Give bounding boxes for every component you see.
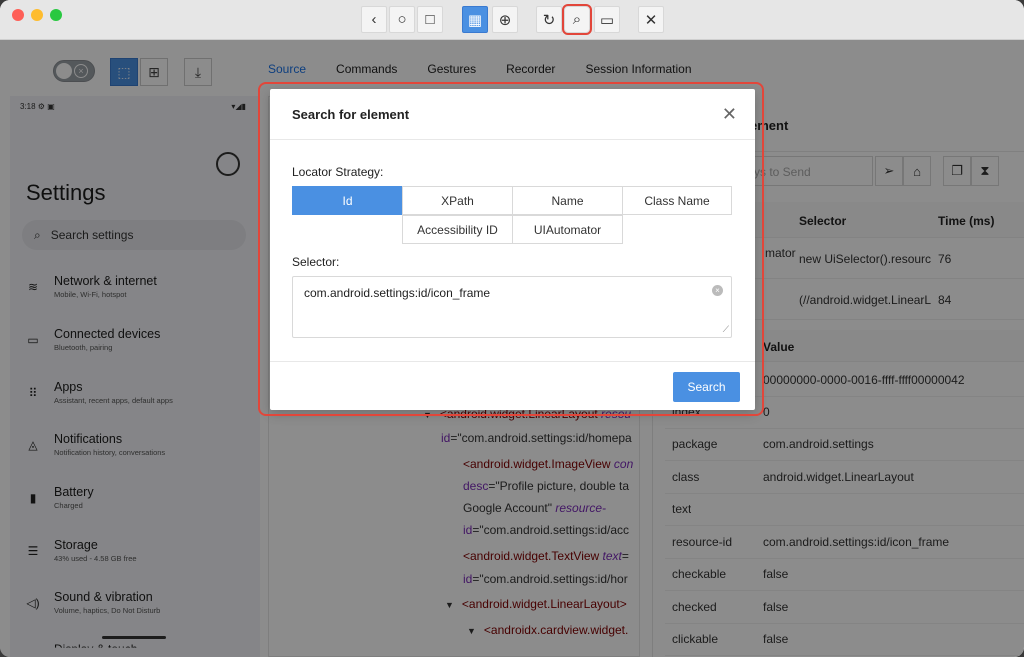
locator-strategy-label: Locator Strategy: <box>292 165 384 179</box>
title-bar: ‹ ○ □ ▦ ⊕ ↻ ⌕ ▭ ✕ <box>0 0 1024 40</box>
circle-icon: ○ <box>397 11 407 28</box>
quit-session-button[interactable]: ✕ <box>638 6 664 33</box>
globe-icon: ⊕ <box>498 11 512 29</box>
strategy-class-name[interactable]: Class Name <box>622 186 732 215</box>
back-icon: ‹ <box>371 11 377 28</box>
dialog-title: Search for element <box>292 107 410 122</box>
minimize-window-button[interactable] <box>31 9 43 21</box>
web-mode-button[interactable]: ⊕ <box>492 6 518 33</box>
app-switch-button[interactable]: □ <box>417 6 443 33</box>
search-element-button[interactable]: ⌕ <box>562 4 592 35</box>
resize-handle-icon[interactable]: ⟋ <box>723 324 729 335</box>
refresh-icon: ↻ <box>542 11 556 29</box>
clear-icon[interactable]: × <box>712 285 723 296</box>
selector-label: Selector: <box>292 255 340 269</box>
close-icon: ✕ <box>644 11 658 29</box>
selector-textarea[interactable]: com.android.settings:id/icon_frame × ⟋ <box>292 276 732 338</box>
search-icon: ⌕ <box>572 11 582 28</box>
search-element-dialog: Search for element ✕ Locator Strategy: I… <box>270 89 755 410</box>
strategy-accessibility-id[interactable]: Accessibility ID <box>402 215 513 244</box>
search-button[interactable]: Search <box>673 372 740 402</box>
square-icon: □ <box>425 11 435 28</box>
app-window: ‹ ○ □ ▦ ⊕ ↻ ⌕ ▭ ✕ × ⬚ ⊞ ⤓ Source Command… <box>0 0 1024 657</box>
strategy-uiautomator[interactable]: UIAutomator <box>512 215 623 244</box>
strategy-name[interactable]: Name <box>512 186 623 215</box>
grid-icon: ▦ <box>467 11 483 29</box>
close-icon[interactable]: ✕ <box>722 104 737 125</box>
home-button[interactable]: ○ <box>389 6 415 33</box>
dialog-header: Search for element ✕ <box>270 89 755 140</box>
close-window-button[interactable] <box>12 9 24 21</box>
video-icon: ▭ <box>599 11 615 29</box>
strategy-xpath[interactable]: XPath <box>402 186 513 215</box>
selector-value: com.android.settings:id/icon_frame <box>304 286 491 300</box>
refresh-button[interactable]: ↻ <box>536 6 562 33</box>
zoom-window-button[interactable] <box>50 9 62 21</box>
native-mode-button[interactable]: ▦ <box>462 6 488 33</box>
back-button[interactable]: ‹ <box>361 6 387 33</box>
strategy-id[interactable]: Id <box>292 186 403 215</box>
dialog-footer: Search <box>270 361 755 410</box>
record-button[interactable]: ▭ <box>594 6 620 33</box>
